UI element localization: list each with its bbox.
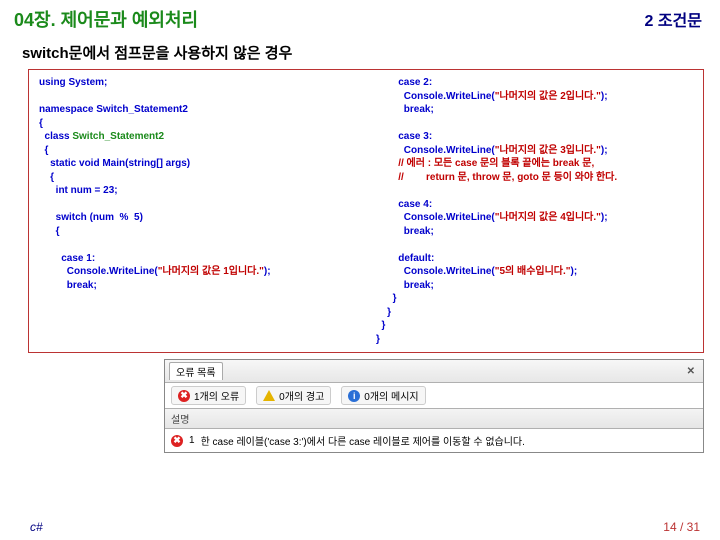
code-line: static void Main(string[] args) [39, 158, 190, 169]
slide-footer: c# 14 / 31 [0, 520, 720, 534]
warning-count-label: 0개의 경고 [279, 388, 324, 403]
slide-subtitle: switch문에서 점프문을 사용하지 않은 경우 [0, 34, 720, 69]
code-block: using System; namespace Switch_Statement… [28, 69, 704, 353]
close-button[interactable]: ✕ [683, 366, 699, 377]
code-line: } [376, 320, 385, 331]
code-line: { [39, 172, 54, 183]
code-line: ); [601, 212, 608, 223]
page-number: 14 / 31 [663, 520, 700, 534]
code-line: case 4: [376, 199, 432, 210]
code-line: break; [39, 280, 97, 291]
panel-tabs: 오류 목록 ✕ [165, 360, 703, 383]
code-line: { [39, 145, 48, 156]
code-line: int num = 23; [39, 185, 118, 196]
code-line: Console.WriteLine( [376, 212, 495, 223]
code-left-column: using System; namespace Switch_Statement… [29, 70, 366, 352]
warning-icon [263, 390, 275, 401]
code-class: Switch_Statement2 [72, 131, 164, 142]
error-row[interactable]: ✖ 1 한 case 레이블('case 3:')에서 다른 case 레이블로… [165, 429, 703, 452]
error-row-number: 1 [189, 435, 195, 446]
code-string: "나머지의 값은 4입니다." [495, 212, 601, 223]
error-icon: ✖ [178, 390, 190, 402]
warning-count-pill[interactable]: 0개의 경고 [256, 386, 331, 405]
code-line: } [376, 293, 397, 304]
error-count-label: 1개의 오류 [194, 388, 239, 403]
code-line: ); [601, 91, 608, 102]
code-line: case 2: [376, 77, 432, 88]
code-line: break; [376, 226, 434, 237]
code-string: "나머지의 값은 2입니다." [495, 91, 601, 102]
code-line: ); [601, 145, 608, 156]
code-line: break; [376, 104, 434, 115]
code-comment: // 에러 : 모든 case 문의 블록 끝에는 break 문, [376, 158, 594, 169]
code-line: Console.WriteLine( [376, 266, 495, 277]
code-line: ); [264, 266, 271, 277]
code-line: case 3: [376, 131, 432, 142]
error-icon: ✖ [171, 435, 183, 447]
error-summary-bar: ✖ 1개의 오류 0개의 경고 i 0개의 메시지 [165, 383, 703, 409]
code-line: { [39, 226, 60, 237]
tab-error-list[interactable]: 오류 목록 [169, 362, 223, 380]
code-line: Console.WriteLine( [376, 91, 495, 102]
tab-label: 오류 목록 [176, 364, 216, 379]
info-icon: i [348, 390, 360, 402]
code-line: using System; [39, 77, 107, 88]
error-count-pill[interactable]: ✖ 1개의 오류 [171, 386, 246, 405]
code-line: Console.WriteLine( [376, 145, 495, 156]
code-line: break; [376, 280, 434, 291]
code-line: case 1: [39, 253, 95, 264]
message-count-pill[interactable]: i 0개의 메시지 [341, 386, 425, 405]
code-line: ); [571, 266, 578, 277]
code-line: } [376, 307, 391, 318]
code-line: namespace Switch_Statement2 [39, 104, 188, 115]
code-line: Console.WriteLine( [39, 266, 158, 277]
description-header: 설명 [165, 409, 703, 429]
code-line: switch (num % 5) [39, 212, 143, 223]
code-right-column: case 2: Console.WriteLine("나머지의 값은 2입니다.… [366, 70, 703, 352]
code-string: "5의 배수입니다." [495, 266, 571, 277]
language-label: c# [30, 520, 43, 534]
section-title: 2 조건문 [644, 7, 702, 31]
code-string: "나머지의 값은 3입니다." [495, 145, 601, 156]
message-count-label: 0개의 메시지 [364, 388, 418, 403]
code-string: "나머지의 값은 1입니다." [158, 266, 264, 277]
code-line: } [376, 334, 380, 345]
code-line: { [39, 118, 43, 129]
error-row-message: 한 case 레이블('case 3:')에서 다른 case 레이블로 제어를… [201, 433, 525, 448]
chapter-title: 04장. 제어문과 예외처리 [14, 6, 198, 32]
error-list-panel: 오류 목록 ✕ ✖ 1개의 오류 0개의 경고 i 0개의 메시지 설명 ✖ 1… [164, 359, 704, 453]
code-line: class [39, 131, 72, 142]
code-line: default: [376, 253, 434, 264]
code-comment: // return 문, throw 문, goto 문 등이 와야 한다. [376, 172, 617, 183]
